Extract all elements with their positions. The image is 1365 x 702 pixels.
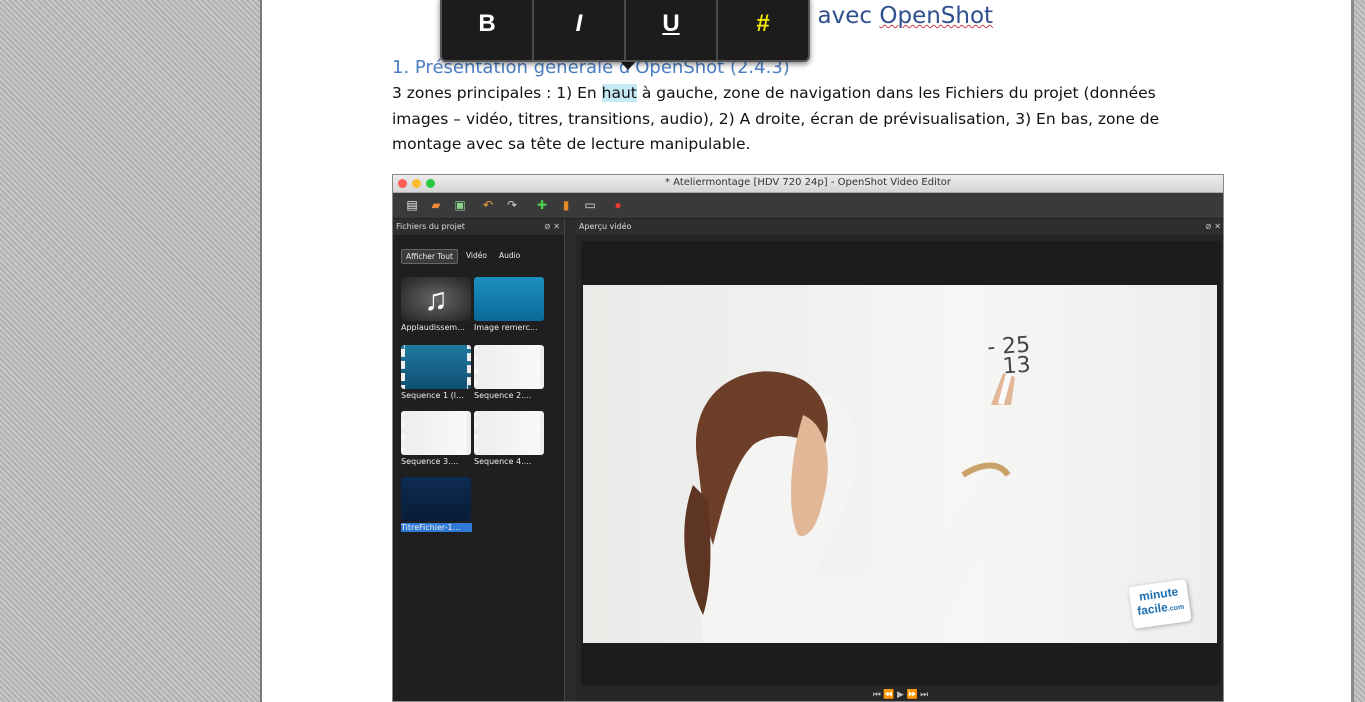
panel-controls-icon: ⊘ ✕ [1205,222,1221,231]
file-thumbnail [401,411,471,455]
body-paragraph[interactable]: 3 zones principales : 1) En haut à gauch… [392,81,1212,158]
import-files-icon: ✚ [536,198,548,212]
document-title: éo avec OpenShot [782,0,993,32]
panel-controls-icon: ⊘ ✕ [544,222,560,231]
openshot-screenshot-image[interactable]: * Ateliermontage [HDV 720 24p] - OpenSho… [392,174,1224,702]
file-thumbnail [401,477,471,521]
selected-word[interactable]: haut [601,84,637,102]
new-project-icon: ▤ [406,198,418,212]
video-area: - 25 13 minute facile.com [581,241,1221,685]
music-note-icon: ♫ [401,277,471,321]
video-preview-title: Aperçu vidéo [579,222,632,231]
tab-video: Vidéo [465,251,487,260]
body-text-start: 3 zones principales : 1) En [392,84,602,102]
save-project-icon: ▣ [454,198,466,212]
italic-button[interactable]: I [534,0,626,60]
file-label: Image remerc... [474,323,538,332]
whiteboard-text: - 25 13 [986,332,1032,381]
window-titlebar: * Ateliermontage [HDV 720 24p] - OpenSho… [393,175,1223,193]
project-files-header: Fichiers du projet ⊘ ✕ [393,219,564,235]
open-project-icon: ▰ [431,198,441,212]
title-misspelled-word[interactable]: OpenShot [879,3,993,29]
document-page: éo avec OpenShot 1. Présentation général… [260,0,1354,702]
teacher-at-whiteboard-image [684,364,1031,643]
player-controls: ⏮ ⏪ ▶ ⏩ ⏭ [872,689,929,699]
hashtag-button[interactable]: # [718,0,808,60]
project-files-title: Fichiers du projet [396,222,465,231]
logo-suffix: .com [1167,603,1185,613]
format-toolbar: B I U # [440,0,810,62]
file-label: Sequence 3.... [401,457,459,466]
video-preview-panel: Aperçu vidéo ⊘ ✕ - 25 13 minute facile.c… [576,219,1223,701]
fullscreen-icon: ▭ [584,198,596,212]
file-thumbnail [474,277,544,321]
file-label: Sequence 1 (l... [401,391,464,400]
tab-show-all: Afficher Tout [401,249,458,264]
file-label: Sequence 2.... [474,391,532,400]
redo-icon: ↷ [506,198,518,212]
file-label: Applaudissem... [401,323,465,332]
file-label: Sequence 4.... [474,457,532,466]
underline-button[interactable]: U [626,0,718,60]
undo-icon: ↶ [482,198,494,212]
filter-tabs: Afficher Tout Vidéo Audio [401,249,524,264]
logo-word: facile [1136,600,1169,619]
video-frame: - 25 13 minute facile.com [583,285,1217,643]
project-files-panel: Fichiers du projet ⊘ ✕ Afficher Tout Vid… [393,219,565,701]
profile-icon: ▮ [562,198,570,212]
file-thumbnail [474,345,544,389]
file-thumbnail [401,345,471,389]
file-label-selected: TitreFichier-1... [401,523,472,532]
minute-facile-logo: minute facile.com [1128,579,1192,629]
file-thumbnail [474,411,544,455]
export-icon: ● [614,198,622,212]
tab-audio: Audio [498,251,521,260]
app-toolbar: ▤ ▰ ▣ ↶ ↷ ✚ ▮ ▭ ● [393,193,1223,219]
video-preview-header: Aperçu vidéo ⊘ ✕ [576,219,1223,235]
bold-button[interactable]: B [442,0,534,60]
window-title: * Ateliermontage [HDV 720 24p] - OpenSho… [664,177,952,188]
